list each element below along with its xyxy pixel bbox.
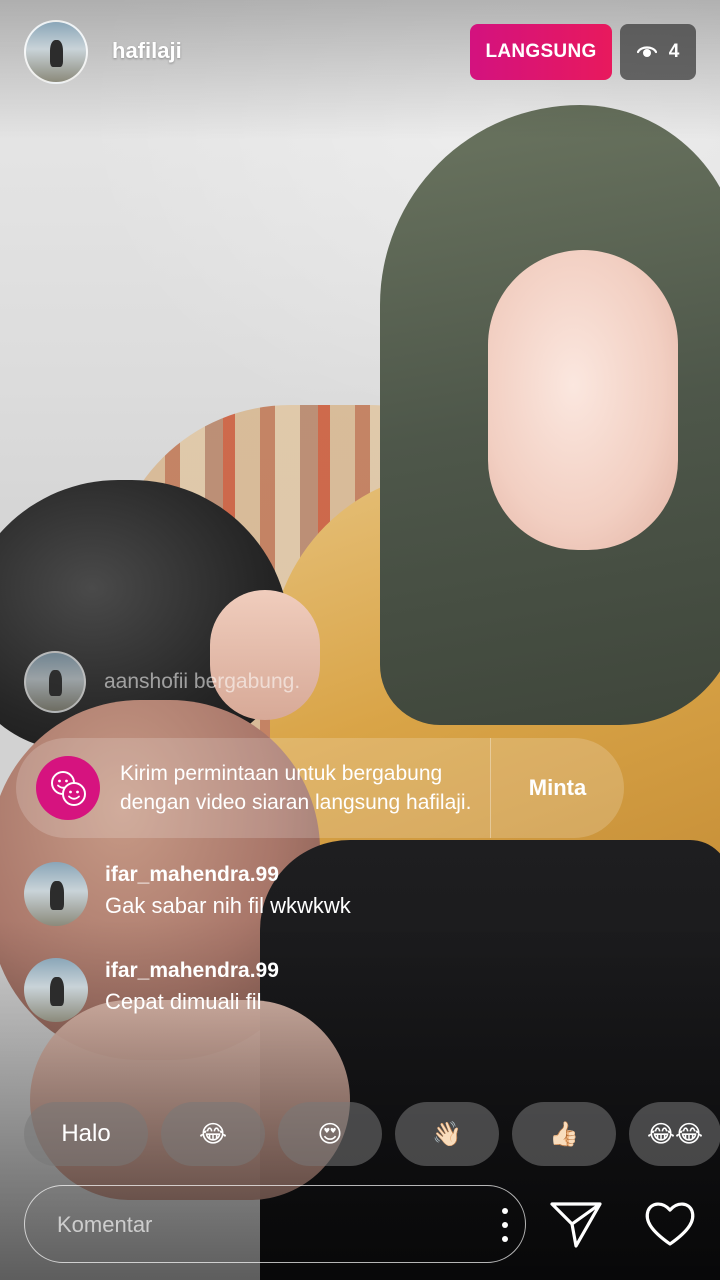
quick-reply-heart-eyes[interactable]: 😍	[278, 1102, 382, 1166]
quick-reply-halo[interactable]: Halo	[24, 1102, 148, 1166]
quick-reply-bar: Halo 😂 😍 👋🏻 👍🏻 😂😂	[24, 1102, 720, 1166]
comment-field[interactable]	[24, 1185, 526, 1264]
join-notice: aanshofii bergabung.	[24, 650, 300, 714]
more-vertical-icon[interactable]	[495, 1206, 515, 1244]
comment-username[interactable]: ifar_mahendra.99	[105, 956, 279, 985]
commenter-avatar[interactable]	[24, 958, 88, 1022]
join-notice-text: aanshofii bergabung.	[104, 670, 301, 693]
comment-input[interactable]	[55, 1186, 459, 1264]
host-username[interactable]: hafilaji	[112, 38, 182, 64]
faces-icon	[36, 756, 100, 820]
comment-item: ifar_mahendra.99 Gak sabar nih fil wkwkw…	[24, 862, 351, 926]
live-video-feed	[0, 0, 720, 1280]
send-icon[interactable]	[548, 1198, 604, 1250]
comment-text: Gak sabar nih fil wkwkwk	[105, 893, 351, 918]
comment-text: Cepat dimuali fil	[105, 989, 262, 1014]
join-request-text: Kirim permintaan untuk bergabung dengan …	[120, 762, 472, 814]
commenter-avatar[interactable]	[24, 862, 88, 926]
eye-icon	[636, 44, 657, 60]
quick-reply-wave[interactable]: 👋🏻	[395, 1102, 499, 1166]
request-button[interactable]: Minta	[491, 775, 624, 801]
join-request-card: Kirim permintaan untuk bergabung dengan …	[16, 738, 624, 838]
quick-reply-thumbs-up[interactable]: 👍🏻	[512, 1102, 616, 1166]
smiling-face	[488, 250, 678, 550]
live-badge: LANGSUNG	[470, 24, 612, 80]
quick-reply-double-laugh[interactable]: 😂😂	[629, 1102, 720, 1166]
quick-reply-laugh[interactable]: 😂	[161, 1102, 265, 1166]
viewer-count: 4	[668, 41, 680, 62]
heart-icon[interactable]	[642, 1196, 698, 1252]
joiner-avatar	[24, 651, 86, 713]
host-avatar[interactable]	[24, 20, 88, 84]
viewer-count-badge[interactable]: 4	[620, 24, 696, 80]
comment-item: ifar_mahendra.99 Cepat dimuali fil	[24, 958, 279, 1022]
top-gradient	[0, 0, 720, 140]
comment-username[interactable]: ifar_mahendra.99	[105, 860, 351, 889]
